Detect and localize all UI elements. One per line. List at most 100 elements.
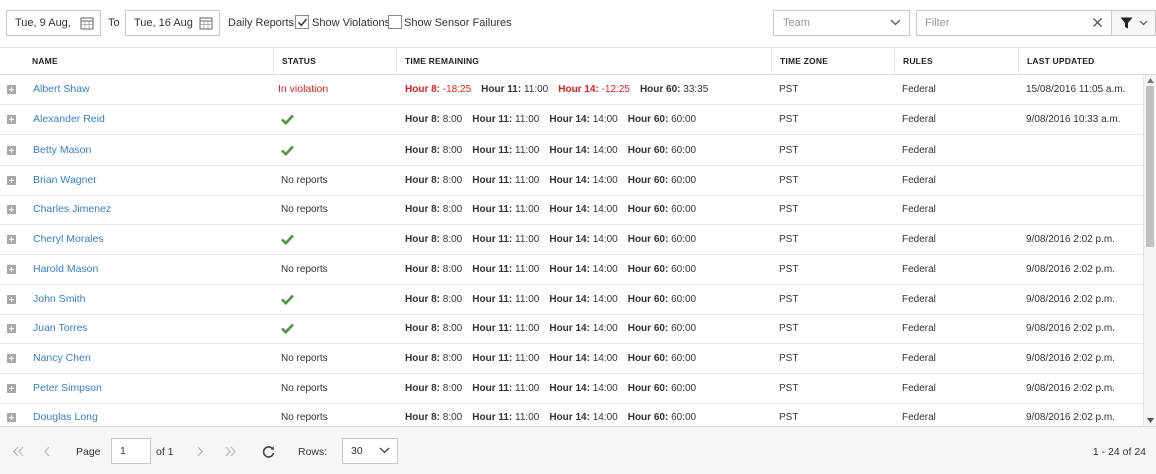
- driver-name-link[interactable]: Charles Jimenez: [33, 195, 111, 225]
- last-page-icon[interactable]: [224, 446, 237, 457]
- driver-name-link[interactable]: Peter Simpson: [33, 374, 102, 404]
- expand-row-icon[interactable]: [7, 354, 16, 363]
- table-row[interactable]: Juan Torres Hour 8: 8:00 Hour 11: 11:00 Hou…: [0, 314, 1143, 344]
- hour-value: 11:00: [515, 114, 540, 125]
- driver-name-link[interactable]: John Smith: [33, 285, 86, 315]
- calendar-icon[interactable]: [80, 16, 94, 30]
- column-header-last-updated[interactable]: LAST UPDATED: [1018, 48, 1156, 75]
- table-row[interactable]: Nancy Chen No reports Hour 8: 8:00 Hour 11:…: [0, 344, 1143, 374]
- hour-label: Hour 60:: [627, 234, 669, 245]
- table-row[interactable]: John Smith Hour 8: 8:00 Hour 11: 11:00 Hour…: [0, 285, 1143, 315]
- expand-row-icon[interactable]: [7, 413, 16, 422]
- next-page-icon[interactable]: [196, 446, 204, 457]
- hour-label: Hour 60:: [627, 383, 669, 394]
- calendar-icon[interactable]: [199, 16, 213, 30]
- driver-name-link[interactable]: Harold Mason: [33, 255, 98, 285]
- column-header-time-zone[interactable]: TIME ZONE: [771, 48, 894, 75]
- team-select[interactable]: Team: [773, 10, 910, 36]
- expand-row-icon[interactable]: [7, 205, 16, 214]
- hour-label: Hour 8:: [405, 383, 440, 394]
- from-date-picker[interactable]: Tue, 9 Aug,: [6, 10, 101, 36]
- time-remaining: Hour 8: 8:00 Hour 11: 11:00 Hour 14: 14:00…: [405, 314, 706, 344]
- table-row[interactable]: Brian Wagner No reports Hour 8: 8:00 Hour 1…: [0, 166, 1143, 196]
- time-remaining-segment: Hour 14: 14:00: [549, 255, 617, 284]
- column-header-time-remaining[interactable]: TIME REMAINING: [396, 48, 771, 75]
- scroll-down-arrow-icon[interactable]: [1147, 418, 1154, 423]
- column-header-status[interactable]: STATUS: [273, 48, 396, 75]
- time-remaining-segment: Hour 14: 14:00: [549, 195, 617, 224]
- first-page-icon[interactable]: [12, 446, 25, 457]
- hour-value: 8:00: [442, 383, 463, 394]
- time-remaining-segment: Hour 8: 8:00: [405, 314, 462, 343]
- table-row[interactable]: Cheryl Morales Hour 8: 8:00 Hour 11: 11:00…: [0, 225, 1143, 255]
- hour-value: 60:00: [671, 353, 697, 364]
- time-remaining-segment: Hour 60: 60:00: [628, 225, 696, 254]
- driver-name-link[interactable]: Brian Wagner: [33, 166, 97, 196]
- show-violations-label[interactable]: Show Violations: [312, 17, 390, 29]
- time-remaining: Hour 8: 8:00 Hour 11: 11:00 Hour 14: 14:00…: [405, 225, 706, 255]
- hour-value: 14:00: [592, 353, 618, 364]
- last-updated: 9/08/2016 2:02 p.m.: [1026, 294, 1115, 305]
- filter-options-button[interactable]: [1111, 10, 1156, 36]
- page-range-label: 1 - 24 of 24: [1092, 446, 1146, 458]
- time-zone: PST: [779, 323, 799, 334]
- checkmark-icon: [281, 294, 294, 305]
- rows-per-page-select[interactable]: 30: [342, 438, 398, 464]
- hour-label: Hour 8:: [405, 234, 440, 245]
- hour-label: Hour 14:: [549, 412, 590, 423]
- table-row[interactable]: Peter Simpson No reports Hour 8: 8:00 Hour …: [0, 374, 1143, 404]
- expand-row-icon[interactable]: [7, 176, 16, 185]
- column-header-name[interactable]: NAME: [24, 48, 273, 75]
- hour-label: Hour 8:: [405, 353, 440, 364]
- time-remaining: Hour 8: 8:00 Hour 11: 11:00 Hour 14: 14:00…: [405, 374, 706, 404]
- hour-label: Hour 14:: [549, 114, 590, 125]
- driver-name-link[interactable]: Cheryl Morales: [33, 225, 104, 255]
- expand-row-icon[interactable]: [7, 85, 16, 94]
- table-row[interactable]: Albert Shaw In violation Hour 8: -18:25 Hou…: [0, 75, 1143, 105]
- show-sensor-failures-checkbox[interactable]: [388, 15, 402, 29]
- driver-name-link[interactable]: Juan Torres: [33, 314, 88, 344]
- column-header-rules[interactable]: RULES: [894, 48, 1018, 75]
- page-number-input[interactable]: 1: [111, 438, 151, 464]
- expand-row-icon[interactable]: [7, 295, 16, 304]
- previous-page-icon[interactable]: [43, 446, 51, 457]
- time-remaining-segment: Hour 8: 8:00: [405, 105, 462, 134]
- hour-label: Hour 14:: [549, 145, 590, 156]
- table-row[interactable]: Betty Mason Hour 8: 8:00 Hour 11: 11:00 Hou…: [0, 136, 1143, 166]
- hour-label: Hour 11:: [472, 204, 513, 215]
- time-remaining-segment: Hour 60: 60:00: [628, 255, 696, 284]
- status-violation: In violation: [278, 83, 329, 95]
- time-remaining-segment: Hour 11: 11:00: [472, 225, 539, 254]
- table-row[interactable]: Harold Mason No reports Hour 8: 8:00 Hour 1…: [0, 255, 1143, 285]
- time-remaining-segment: Hour 11: 11:00: [472, 344, 539, 373]
- hour-label: Hour 11:: [472, 412, 513, 423]
- filter-input[interactable]: Filter: [916, 10, 1112, 36]
- refresh-icon[interactable]: [262, 445, 275, 458]
- show-sensor-failures-label[interactable]: Show Sensor Failures: [404, 17, 512, 29]
- driver-name-link[interactable]: Nancy Chen: [33, 344, 91, 374]
- expand-row-icon[interactable]: [7, 384, 16, 393]
- to-date-picker[interactable]: Tue, 16 Aug: [125, 10, 220, 36]
- expand-row-icon[interactable]: [7, 235, 16, 244]
- time-remaining-segment: Hour 11: 11:00: [472, 195, 539, 224]
- expand-row-icon[interactable]: [7, 265, 16, 274]
- driver-name-link[interactable]: Alexander Reid: [33, 105, 105, 135]
- expand-row-icon[interactable]: [7, 324, 16, 333]
- team-placeholder: Team: [783, 17, 810, 29]
- hour-value: 11:00: [515, 264, 540, 275]
- table-row[interactable]: Charles Jimenez No reports Hour 8: 8:00 Hou…: [0, 195, 1143, 225]
- scroll-up-arrow-icon[interactable]: [1147, 78, 1154, 83]
- driver-name-link[interactable]: Albert Shaw: [33, 75, 90, 105]
- driver-name-link[interactable]: Betty Mason: [33, 136, 91, 166]
- time-remaining-segment: Hour 8: 8:00: [405, 374, 462, 403]
- hour-value: 11:00: [515, 383, 540, 394]
- to-date-value: Tue, 16 Aug: [134, 17, 193, 29]
- scrollbar-thumb[interactable]: [1146, 86, 1154, 247]
- clear-icon[interactable]: [1092, 17, 1103, 28]
- expand-row-icon[interactable]: [7, 146, 16, 155]
- expand-row-icon[interactable]: [7, 115, 16, 124]
- table-row[interactable]: Alexander Reid Hour 8: 8:00 Hour 11: 11:00…: [0, 105, 1143, 135]
- show-violations-checkbox[interactable]: [295, 15, 309, 29]
- vertical-scrollbar[interactable]: [1143, 75, 1156, 426]
- time-remaining-segment: Hour 8: 8:00: [405, 285, 462, 314]
